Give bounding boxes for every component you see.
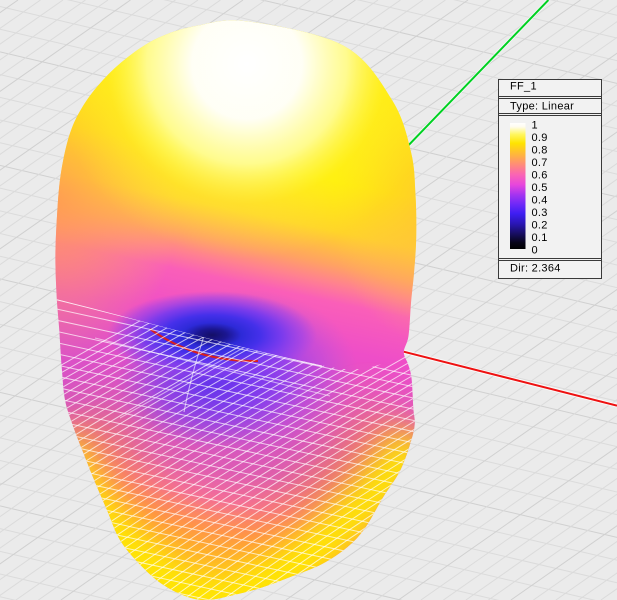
svg-text:1: 1 (532, 120, 538, 132)
svg-text:0.5: 0.5 (532, 182, 548, 194)
svg-text:Dir: 2.364: Dir: 2.364 (510, 263, 561, 275)
svg-text:0.1: 0.1 (532, 232, 548, 244)
svg-text:Type: Linear: Type: Linear (510, 101, 574, 113)
svg-text:0: 0 (532, 244, 538, 256)
svg-text:0.2: 0.2 (532, 219, 548, 231)
svg-text:0.3: 0.3 (532, 207, 548, 219)
svg-text:0.4: 0.4 (532, 194, 548, 206)
svg-text:0.6: 0.6 (532, 170, 548, 182)
svg-text:FF_1: FF_1 (510, 81, 537, 93)
svg-text:0.8: 0.8 (532, 145, 548, 157)
svg-text:0.9: 0.9 (532, 132, 548, 144)
svg-text:0.7: 0.7 (532, 157, 548, 169)
